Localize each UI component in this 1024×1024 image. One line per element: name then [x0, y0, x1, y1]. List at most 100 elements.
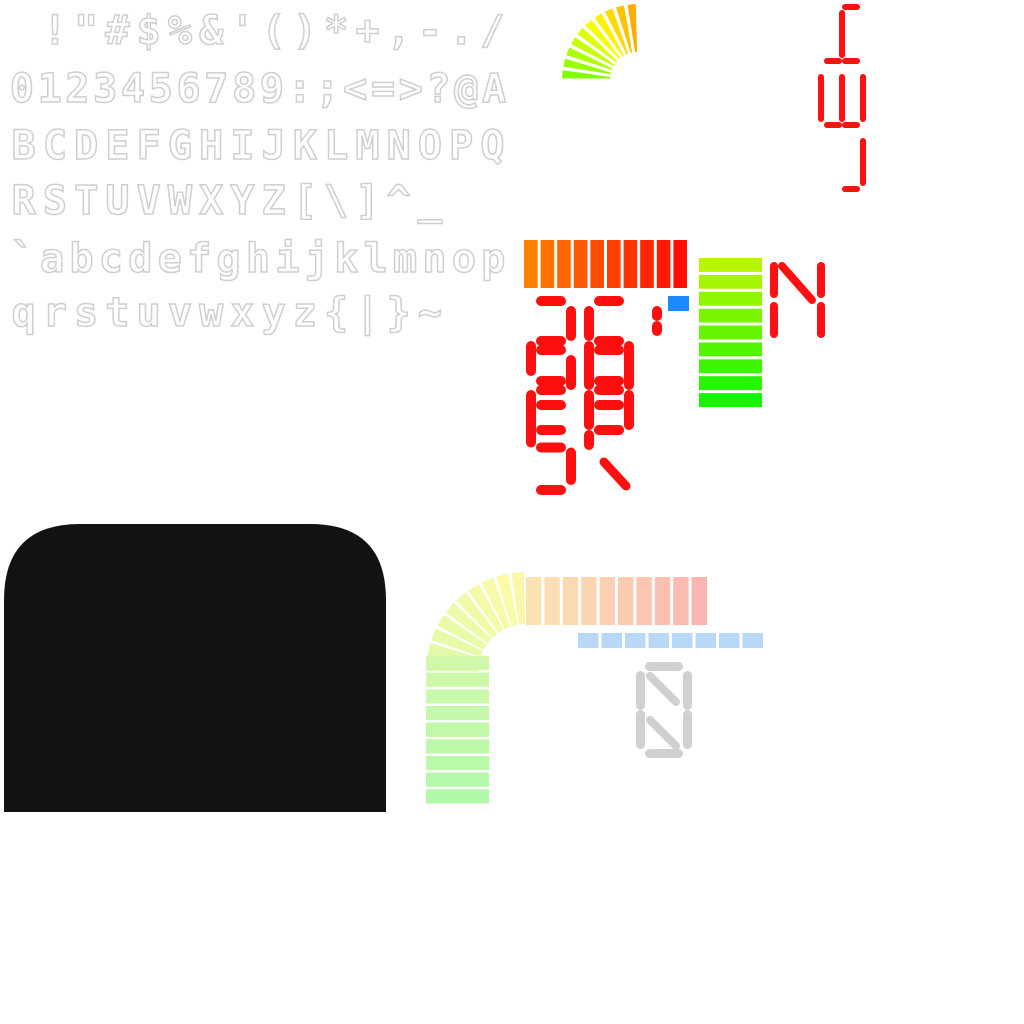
- font-glyph: j: [305, 236, 329, 282]
- segment: [624, 410, 634, 430]
- font-glyph: ^: [387, 178, 411, 224]
- font-glyph: D: [74, 123, 98, 169]
- digit-block: [526, 296, 662, 495]
- font-glyph: F: [137, 123, 161, 169]
- font-glyph: +: [355, 8, 379, 54]
- font-glyph: 5: [149, 66, 173, 112]
- font-glyph: T: [74, 178, 98, 224]
- font-glyph: 0: [10, 66, 34, 112]
- rpm-arc-segment: [654, 577, 671, 625]
- font-glyph: c: [99, 236, 123, 282]
- font-glyph: =: [371, 66, 395, 112]
- font-glyph: o: [452, 236, 476, 282]
- font-glyph: V: [137, 178, 161, 224]
- segment: [817, 262, 825, 298]
- font-glyph: f: [187, 236, 211, 282]
- rpm-arc-segment: [618, 577, 634, 625]
- fuel-bar-segment: [699, 258, 762, 272]
- segment: [860, 74, 866, 122]
- segment: [652, 321, 662, 336]
- segment: [526, 341, 536, 376]
- font-glyph: 7: [204, 66, 228, 112]
- font-glyph: $: [137, 8, 161, 54]
- pale-blue-segment: [648, 633, 669, 648]
- font-glyph: u: [137, 290, 161, 336]
- fuel-bar-segment: [699, 274, 762, 289]
- font-glyph: 3: [93, 66, 117, 112]
- segment: [566, 447, 576, 485]
- font-glyph: @: [454, 66, 478, 112]
- font-glyph: ': [230, 8, 254, 54]
- fuel-bar-segment: [699, 291, 762, 306]
- rpm-arc-segment: [426, 672, 489, 687]
- pale-blue-segment: [719, 633, 740, 648]
- font-glyph: m: [393, 236, 417, 282]
- font-glyph: E: [105, 123, 129, 169]
- segment: [536, 442, 566, 453]
- segment: [652, 306, 662, 321]
- segment: [584, 430, 594, 450]
- font-glyph: ": [74, 8, 98, 54]
- rpm-bar-segment: [590, 240, 604, 288]
- segment: [536, 336, 566, 346]
- font-glyph: .: [449, 8, 473, 54]
- font-glyph: `: [11, 236, 35, 282]
- rpm-arc-segment: [426, 739, 489, 754]
- fuel-bar-segment: [699, 376, 762, 391]
- font-glyph: i: [275, 236, 299, 282]
- rpm-arc-segment: [581, 577, 597, 625]
- font-glyph: |: [355, 290, 379, 337]
- pale-blue-segment: [578, 633, 599, 648]
- segment-digit: [818, 74, 866, 128]
- font-glyph: 2: [65, 66, 89, 112]
- font-glyph: 8: [232, 66, 256, 112]
- rpm-bar-segment: [623, 240, 638, 288]
- font-glyph: [: [293, 178, 317, 224]
- font-glyph: ): [293, 8, 317, 54]
- font-glyph: -: [418, 8, 442, 54]
- font-glyph: /: [480, 8, 504, 54]
- texture-atlas: ! " # $% & '() * +, -./ 0 1 2 3 4 5 6 7 8 9:; < = >? @ A B C D E F G H…: [4, 4, 866, 812]
- font-glyph: I: [230, 123, 254, 169]
- fuel-bar-segment: [699, 342, 762, 357]
- font-glyph: a: [40, 236, 64, 282]
- segment: [584, 355, 594, 390]
- font-glyph: y: [262, 290, 286, 336]
- font-glyph: !: [43, 8, 67, 54]
- font-glyph: U: [105, 178, 129, 224]
- segment: [594, 385, 624, 395]
- rpm-arc-segment: [426, 706, 489, 721]
- segment: [624, 355, 634, 390]
- rpm-arc-segment: [636, 577, 652, 625]
- rpm-bar-segment: [540, 240, 555, 288]
- segment-digit: [842, 138, 866, 192]
- rpm-bar-icon: [524, 240, 687, 288]
- segment: [536, 376, 566, 386]
- segment: [594, 376, 624, 386]
- fuel-bar-icon: [699, 258, 762, 407]
- font-glyph: }: [387, 290, 411, 336]
- dim-digit: [636, 662, 692, 758]
- rpm-arc-segment: [599, 577, 615, 625]
- pale-blue-segment: [601, 633, 622, 648]
- segment: [536, 400, 566, 410]
- segment: [818, 74, 824, 122]
- font-glyph: ~: [418, 290, 442, 336]
- fuel-bar-segment: [699, 359, 762, 374]
- font-glyph: x: [230, 290, 254, 336]
- rpm-arc-segment: [426, 689, 489, 704]
- rpm-arc-segment: [426, 789, 489, 804]
- segment: [584, 306, 594, 341]
- rpm-bar-segment: [673, 240, 687, 288]
- font-glyph: *: [324, 8, 348, 54]
- font-glyph: Q: [480, 123, 504, 169]
- shift-light-icon: [668, 296, 689, 311]
- font-glyph: #: [105, 8, 129, 54]
- segment: [646, 672, 680, 706]
- font-glyph: _: [418, 178, 443, 224]
- font-glyph: r: [43, 290, 67, 336]
- segment: [683, 671, 692, 710]
- gear-indicator: [770, 262, 825, 338]
- gear-vertical-display: [818, 4, 866, 192]
- pale-blue-segment: [742, 633, 763, 648]
